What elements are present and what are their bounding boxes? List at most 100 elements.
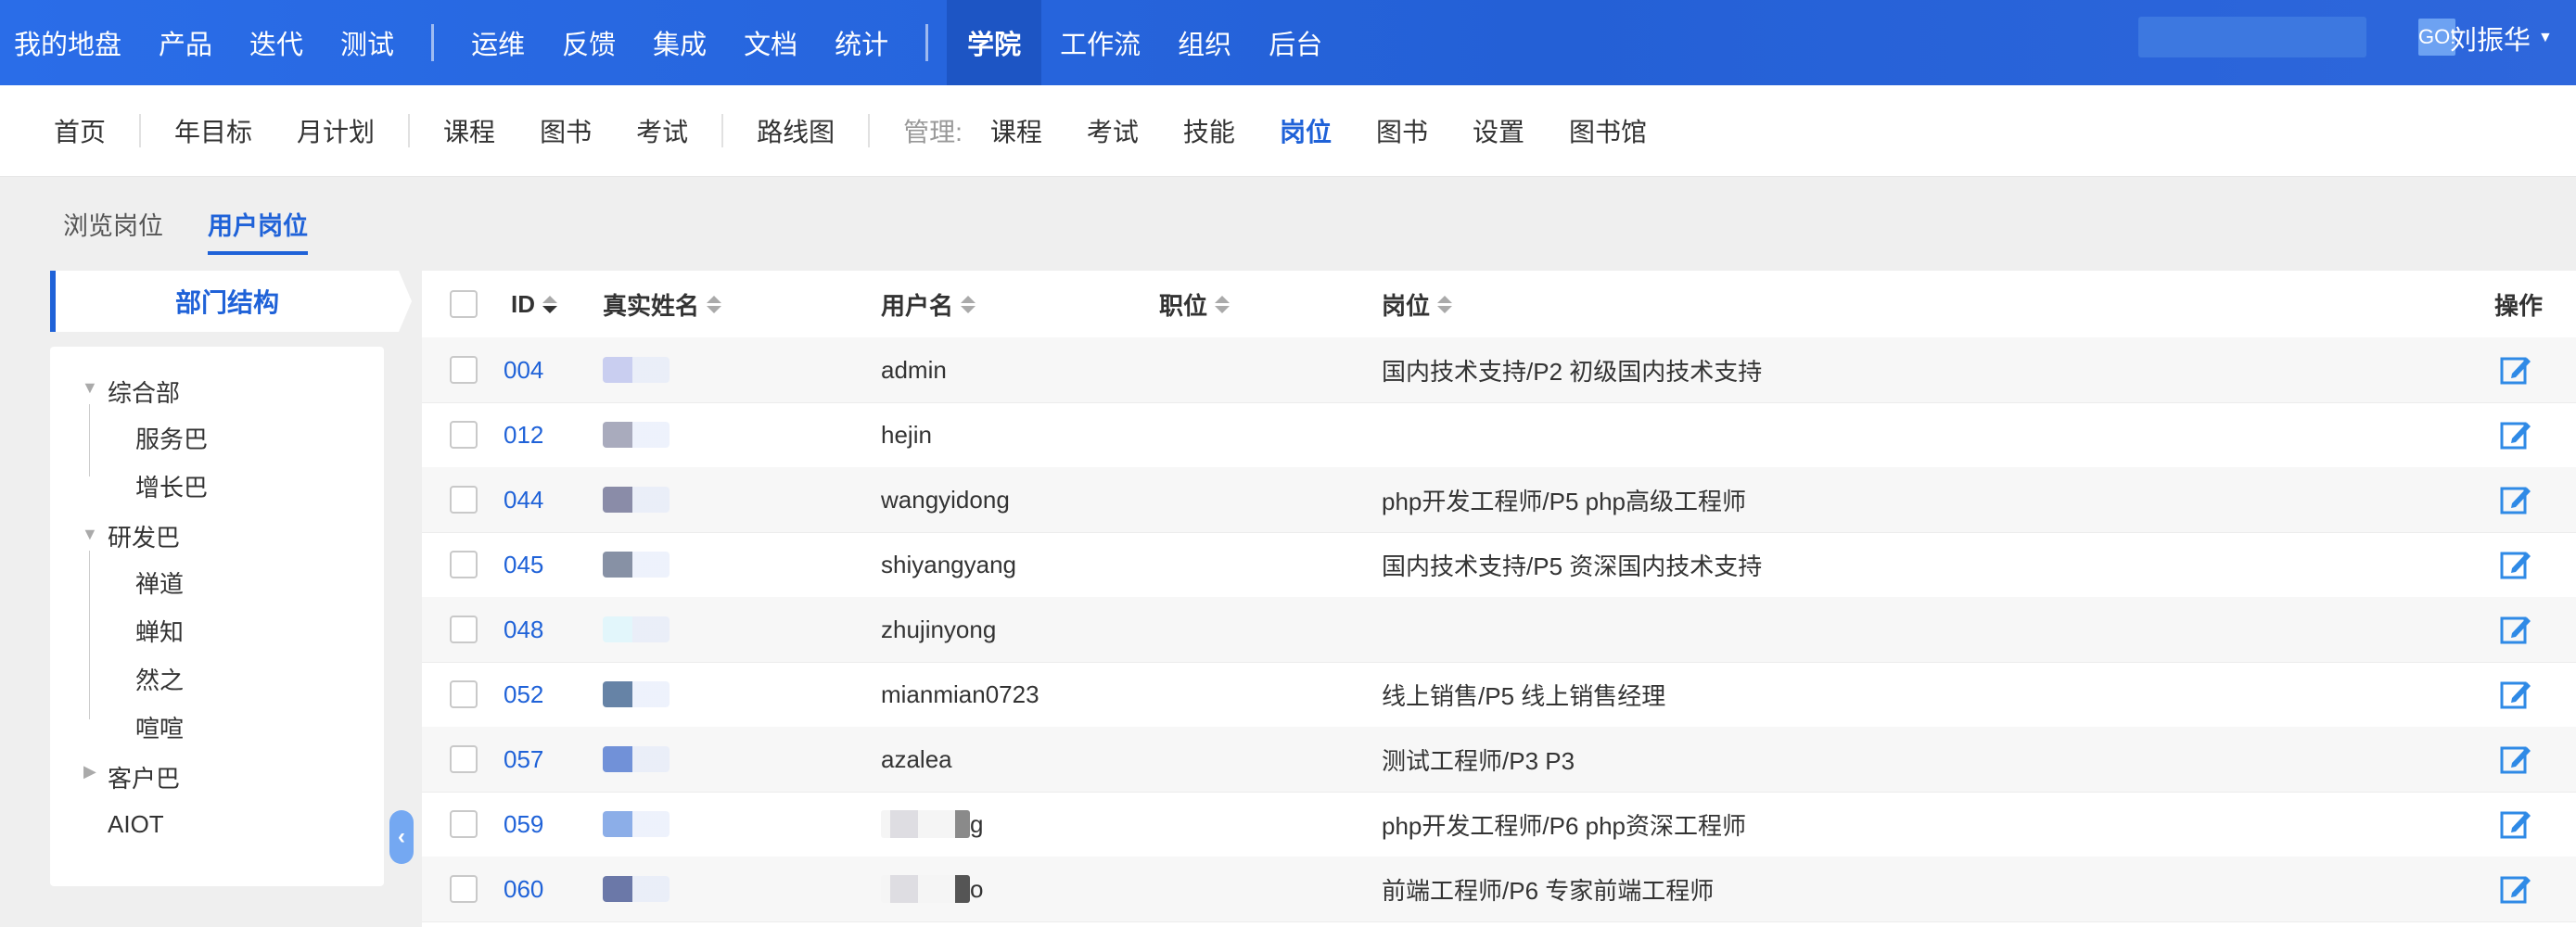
row-checkbox[interactable] [450, 551, 478, 578]
user-id-link[interactable]: 052 [504, 680, 543, 709]
user-id-link[interactable]: 004 [504, 356, 543, 385]
subnav-year-goal[interactable]: 年目标 [152, 112, 274, 149]
tree-node-ranzhi[interactable]: 然之 [135, 662, 184, 696]
nav-product[interactable]: 产品 [140, 0, 231, 85]
row-checkbox[interactable] [450, 356, 478, 384]
nav-org[interactable]: 组织 [1159, 0, 1250, 85]
tree-node-aiot[interactable]: AIOT [108, 810, 164, 839]
tree-node-zengzhang[interactable]: 增长巴 [135, 469, 208, 503]
nav-workflow[interactable]: 工作流 [1041, 0, 1159, 85]
cell-id[interactable]: 060 [504, 857, 543, 921]
tree-node-chanzhi[interactable]: 蝉知 [135, 614, 184, 648]
edit-icon[interactable] [2499, 792, 2532, 857]
nav-stats[interactable]: 统计 [816, 0, 907, 85]
column-header-position[interactable]: 职位 [1159, 271, 1231, 337]
tree-node-kehu[interactable]: 客户巴 [108, 760, 180, 794]
edit-icon[interactable] [2499, 532, 2532, 597]
search-input[interactable] [2138, 16, 2418, 58]
subnav-exam[interactable]: 考试 [614, 112, 710, 149]
column-header-username[interactable]: 用户名 [881, 271, 976, 337]
cell-id[interactable]: 004 [504, 337, 543, 402]
tree-node-fuwu[interactable]: 服务巴 [135, 421, 208, 455]
row-checkbox[interactable] [450, 486, 478, 514]
nav-feedback[interactable]: 反馈 [543, 0, 634, 85]
subnav-manage-settings[interactable]: 设置 [1450, 112, 1547, 149]
nav-iteration[interactable]: 迭代 [231, 0, 322, 85]
subnav-month-plan[interactable]: 月计划 [274, 112, 397, 149]
tab-user-posts[interactable]: 用户岗位 [208, 206, 308, 255]
subnav-course[interactable]: 课程 [421, 112, 517, 149]
edit-icon[interactable] [2499, 402, 2532, 467]
sort-icon [1437, 295, 1453, 313]
tree-node-zonghe[interactable]: 综合部 [108, 375, 180, 409]
select-all-checkbox[interactable] [450, 290, 478, 318]
cell-id[interactable]: 059 [504, 792, 543, 857]
column-header-post[interactable]: 岗位 [1382, 271, 1453, 337]
user-id-link[interactable]: 045 [504, 551, 543, 579]
tab-browse-posts[interactable]: 浏览岗位 [63, 206, 163, 255]
row-checkbox-cell [450, 597, 478, 662]
user-id-link[interactable]: 059 [504, 810, 543, 839]
row-checkbox-cell [450, 337, 478, 402]
nav-integration[interactable]: 集成 [634, 0, 725, 85]
subnav-divider [408, 114, 411, 147]
subnav-book[interactable]: 图书 [517, 112, 614, 149]
subnav-manage-course[interactable]: 课程 [968, 112, 1065, 149]
caret-right-icon[interactable]: ▶ [83, 762, 96, 781]
caret-down-icon[interactable]: ▼ [82, 378, 98, 398]
nav-my[interactable]: 我的地盘 [0, 0, 140, 85]
edit-icon[interactable] [2499, 662, 2532, 727]
user-id-link[interactable]: 012 [504, 421, 543, 450]
user-id-link[interactable]: 057 [504, 745, 543, 774]
column-header-realname[interactable]: 真实姓名 [603, 271, 722, 337]
column-header-id[interactable]: ID [511, 271, 557, 337]
nav-academy[interactable]: 学院 [947, 0, 1042, 85]
cell-post: 测试工程师/P3 P3 [1382, 727, 1575, 792]
nav-admin[interactable]: 后台 [1250, 0, 1341, 85]
subnav-manage-skill[interactable]: 技能 [1161, 112, 1257, 149]
edit-icon[interactable] [2499, 727, 2532, 792]
subnav-manage-post[interactable]: 岗位 [1257, 112, 1354, 149]
row-checkbox-cell [450, 727, 478, 792]
user-id-link[interactable]: 060 [504, 875, 543, 904]
subnav-roadmap[interactable]: 路线图 [734, 112, 857, 149]
subnav-home[interactable]: 首页 [0, 112, 128, 149]
cell-id[interactable]: 044 [504, 467, 543, 532]
caret-down-icon[interactable]: ▼ [82, 525, 98, 544]
sidebar-collapse-button[interactable]: ‹ [389, 810, 414, 864]
subnav-manage-library[interactable]: 图书馆 [1547, 112, 1669, 149]
subnav-manage-book[interactable]: 图书 [1354, 112, 1450, 149]
edit-icon[interactable] [2499, 597, 2532, 662]
cell-id[interactable]: 052 [504, 662, 543, 727]
cell-id[interactable]: 048 [504, 597, 543, 662]
edit-icon[interactable] [2499, 857, 2532, 921]
department-header-label: 部门结构 [174, 288, 279, 317]
realname-redacted [603, 811, 670, 837]
subnav-manage-exam[interactable]: 考试 [1065, 112, 1161, 149]
nav-test[interactable]: 测试 [322, 0, 413, 85]
row-checkbox[interactable] [450, 680, 478, 708]
row-checkbox[interactable] [450, 810, 478, 838]
table-row: 057 azalea 测试工程师/P3 P3 [422, 727, 2576, 793]
user-id-link[interactable]: 044 [504, 486, 543, 514]
cell-realname [603, 337, 670, 402]
user-menu[interactable]: 刘振华 ▼ [2450, 0, 2553, 76]
row-checkbox[interactable] [450, 421, 478, 449]
column-header-position-label: 职位 [1159, 291, 1208, 320]
row-checkbox[interactable] [450, 616, 478, 643]
cell-post: php开发工程师/P5 php高级工程师 [1382, 467, 1746, 532]
cell-id[interactable]: 045 [504, 532, 543, 597]
nav-ops[interactable]: 运维 [453, 0, 543, 85]
cell-id[interactable]: 012 [504, 402, 543, 467]
edit-icon[interactable] [2499, 337, 2532, 402]
page-tabs: 浏览岗位 用户岗位 [63, 206, 352, 255]
cell-id[interactable]: 057 [504, 727, 543, 792]
tree-node-chandao[interactable]: 禅道 [135, 565, 184, 600]
tree-node-yanfa[interactable]: 研发巴 [108, 519, 180, 553]
nav-docs[interactable]: 文档 [725, 0, 816, 85]
user-id-link[interactable]: 048 [504, 616, 543, 644]
tree-node-xuanxuan[interactable]: 喧喧 [135, 710, 184, 744]
edit-icon[interactable] [2499, 467, 2532, 532]
row-checkbox[interactable] [450, 875, 478, 903]
row-checkbox[interactable] [450, 745, 478, 773]
